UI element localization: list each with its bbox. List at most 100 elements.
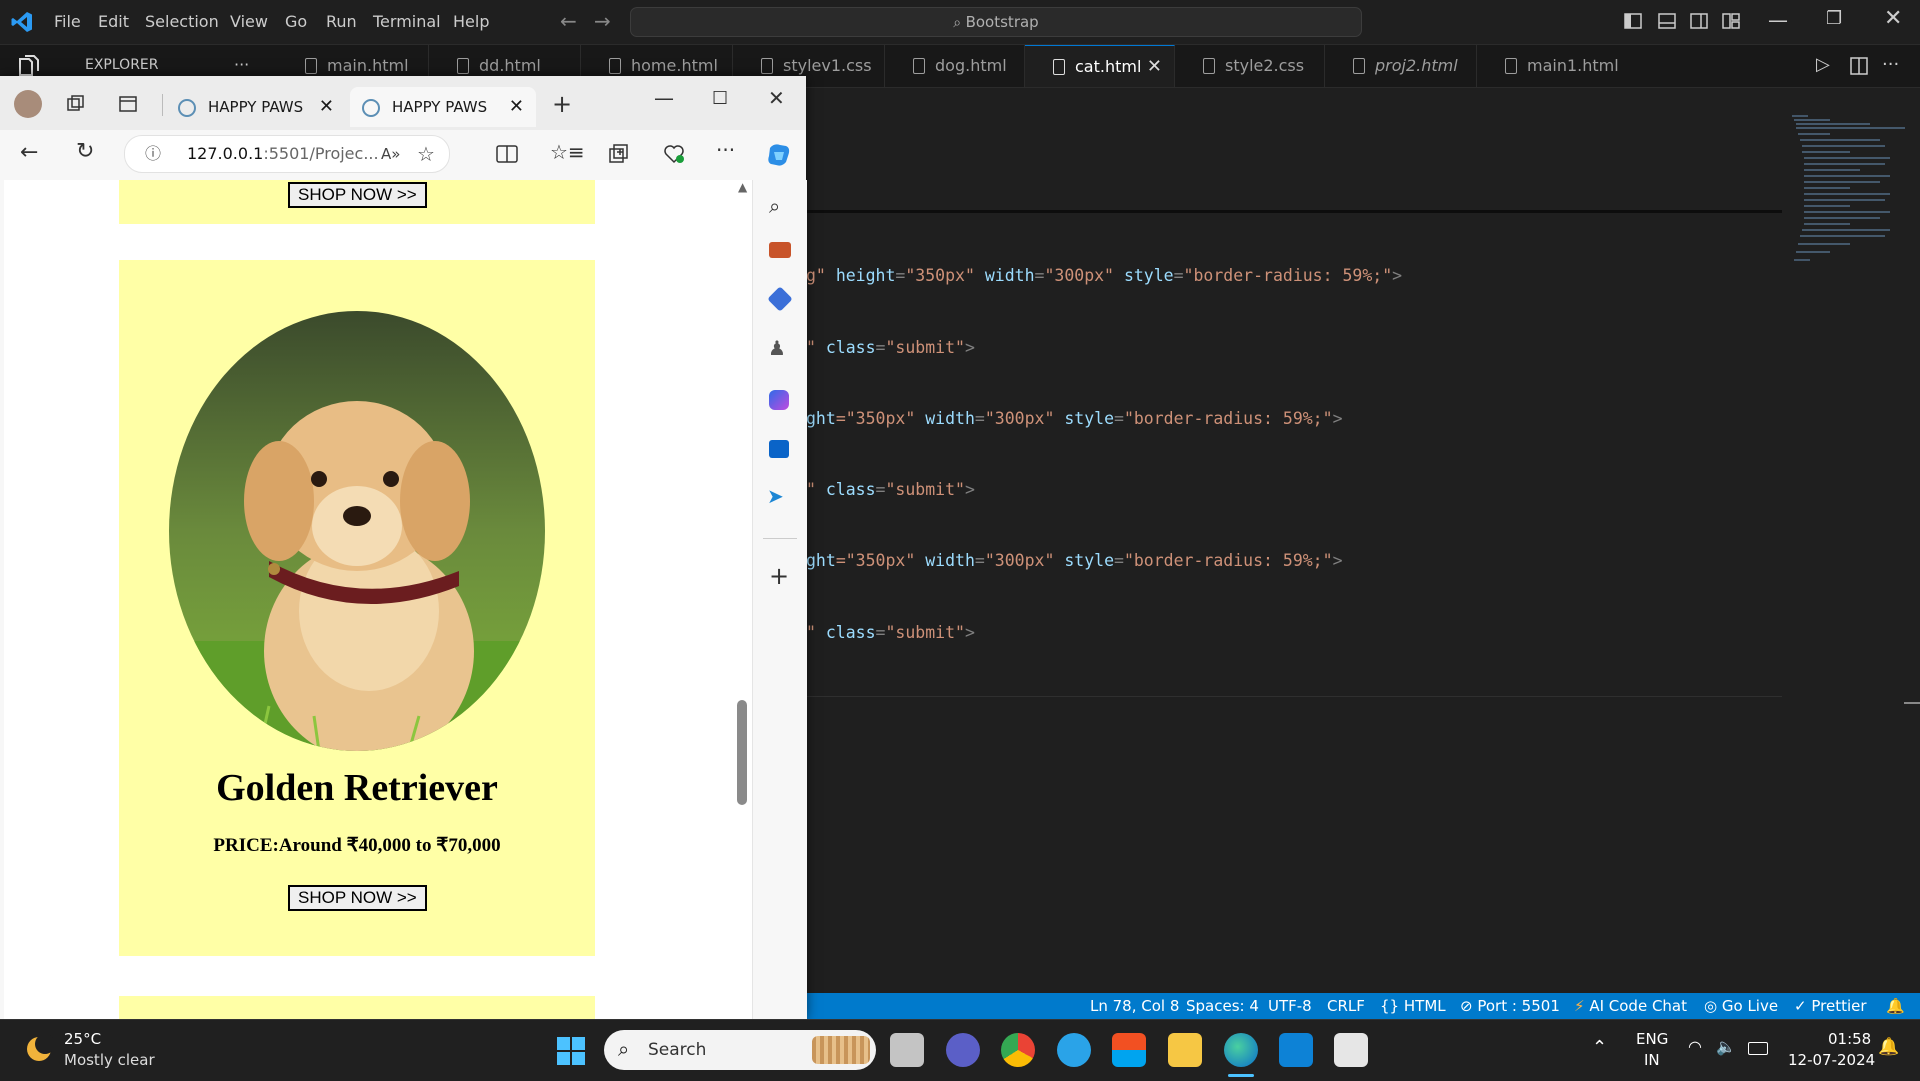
menu-go[interactable]: Go <box>285 12 307 31</box>
sidebar-add-icon[interactable]: + <box>769 562 789 590</box>
file-explorer-icon[interactable] <box>1168 1033 1202 1067</box>
close-window-icon[interactable]: ✕ <box>1884 6 1902 31</box>
page-viewport[interactable]: SHOP NOW >> Golden Retriever PRICE:Aroun… <box>4 180 752 1019</box>
encoding[interactable]: UTF-8 <box>1268 997 1312 1015</box>
help-icon[interactable] <box>1057 1033 1091 1067</box>
go-live-button[interactable]: ◎ Go Live <box>1704 997 1778 1015</box>
refresh-icon[interactable]: ↻ <box>76 139 94 164</box>
sidebar-search-icon[interactable]: ⌕ <box>769 194 780 218</box>
browser-tab[interactable]: HAPPY PAWS ✕ <box>166 87 346 127</box>
language-in[interactable]: IN <box>1644 1051 1660 1069</box>
restore-icon[interactable]: ❐ <box>1826 8 1842 29</box>
tab-actions-icon[interactable] <box>118 94 138 114</box>
settings-more-icon[interactable]: ··· <box>716 138 735 162</box>
tab-dog-html[interactable]: dog.html <box>885 45 1025 87</box>
browser-tab-active[interactable]: HAPPY PAWS ✕ <box>350 87 536 127</box>
close-tab-icon[interactable]: ✕ <box>1147 46 1162 88</box>
store-icon[interactable] <box>1112 1033 1146 1067</box>
more-actions-icon[interactable]: ··· <box>1882 54 1899 75</box>
tab-separator <box>162 94 163 116</box>
workspaces-icon[interactable] <box>66 94 86 114</box>
close-tab-icon[interactable]: ✕ <box>319 87 334 127</box>
tab-cat-html[interactable]: cat.html ✕ <box>1025 45 1175 87</box>
run-icon[interactable]: ▷ <box>1816 54 1830 75</box>
toggle-secondary-sidebar-icon[interactable] <box>1690 12 1708 30</box>
weather-temp[interactable]: 25°C <box>64 1030 101 1048</box>
cursor-position[interactable]: Ln 78, Col 8 <box>1090 997 1179 1015</box>
indentation[interactable]: Spaces: 4 <box>1186 997 1259 1015</box>
site-info-icon[interactable]: ⓘ <box>145 136 161 172</box>
tab-proj2-html[interactable]: proj2.html <box>1325 45 1477 87</box>
address-bar[interactable]: ⓘ 127.0.0.1:5501/Projec... A» ☆ <box>124 135 450 173</box>
line-ending[interactable]: CRLF <box>1327 997 1365 1015</box>
m365-icon[interactable] <box>769 390 789 410</box>
browser-essentials-icon[interactable] <box>662 142 686 166</box>
minimap[interactable] <box>1790 112 1910 272</box>
weather-moon-icon[interactable] <box>24 1034 54 1064</box>
command-center-search[interactable]: ⌕ Bootstrap <box>630 7 1362 37</box>
games-chess-icon[interactable]: ♟ <box>768 336 786 360</box>
notification-bell-icon[interactable]: 🔔 <box>1878 1037 1899 1057</box>
read-aloud-icon[interactable]: A» <box>381 136 400 172</box>
ai-code-chat[interactable]: ⚡ AI Code Chat <box>1574 997 1687 1015</box>
new-tab-icon[interactable]: + <box>552 90 572 118</box>
chrome-icon[interactable] <box>1001 1033 1035 1067</box>
menu-file[interactable]: File <box>54 12 81 31</box>
weather-status[interactable]: Mostly clear <box>64 1051 155 1069</box>
forward-arrow-icon[interactable]: → <box>594 9 611 33</box>
toggle-panel-icon[interactable] <box>1658 12 1676 30</box>
tools-briefcase-icon[interactable] <box>769 242 791 258</box>
collections-icon[interactable] <box>608 143 630 165</box>
minimize-icon[interactable]: — <box>1768 8 1788 32</box>
taskbar-search[interactable]: ⌕ Search <box>604 1030 876 1070</box>
clock-time[interactable]: 01:58 <box>1828 1030 1871 1048</box>
wifi-icon[interactable]: ◠ <box>1688 1037 1702 1056</box>
profile-avatar[interactable] <box>14 90 42 118</box>
shopping-tag-icon[interactable] <box>767 286 793 312</box>
snipping-tool-icon[interactable] <box>1334 1033 1368 1067</box>
tab-main1-html[interactable]: main1.html <box>1477 45 1629 87</box>
language-eng[interactable]: ENG <box>1636 1030 1668 1048</box>
vscode-taskbar-icon[interactable] <box>1279 1033 1313 1067</box>
menu-view[interactable]: View <box>230 12 268 31</box>
browser-close-icon[interactable]: ✕ <box>768 86 785 110</box>
customize-layout-icon[interactable] <box>1722 12 1740 30</box>
menu-run[interactable]: Run <box>326 12 357 31</box>
battery-icon[interactable] <box>1748 1042 1768 1055</box>
outlook-icon[interactable] <box>769 440 789 458</box>
prettier-status[interactable]: ✓ Prettier <box>1794 997 1867 1015</box>
windows-start-icon[interactable] <box>556 1036 586 1066</box>
code-editor[interactable]: g" height="350px" width="300px" style="b… <box>806 88 1920 993</box>
explorer-more-icon[interactable]: ··· <box>234 55 249 74</box>
scroll-up-arrow-icon[interactable]: ▲ <box>738 180 747 194</box>
menu-help[interactable]: Help <box>453 12 489 31</box>
live-server-port[interactable]: ⊘ Port : 5501 <box>1460 997 1560 1015</box>
back-icon[interactable]: ← <box>20 140 38 165</box>
menu-selection[interactable]: Selection <box>145 12 219 31</box>
task-view-icon[interactable] <box>890 1033 924 1067</box>
show-hidden-icons-icon[interactable]: ⌃ <box>1592 1037 1607 1058</box>
shop-now-button[interactable]: SHOP NOW >> <box>288 182 427 208</box>
browser-maximize-icon[interactable]: ☐ <box>712 88 728 109</box>
notifications-bell-icon[interactable]: 🔔 <box>1886 997 1905 1015</box>
volume-muted-icon[interactable]: 🔈 <box>1716 1037 1736 1056</box>
shop-now-button[interactable]: SHOP NOW >> <box>288 885 427 911</box>
back-arrow-icon[interactable]: ← <box>560 9 577 33</box>
browser-minimize-icon[interactable]: — <box>654 86 674 110</box>
menu-terminal[interactable]: Terminal <box>373 12 441 31</box>
telegram-send-icon[interactable]: ➤ <box>767 484 784 508</box>
tab-style2-css[interactable]: style2.css <box>1175 45 1325 87</box>
close-tab-icon[interactable]: ✕ <box>509 87 524 127</box>
favorite-star-icon[interactable]: ☆ <box>417 136 435 172</box>
teams-meet-icon[interactable] <box>946 1033 980 1067</box>
edge-icon[interactable] <box>1224 1033 1258 1067</box>
toggle-sidebar-icon[interactable] <box>1624 12 1642 30</box>
copilot-icon[interactable] <box>764 140 794 170</box>
clock-date[interactable]: 12-07-2024 <box>1788 1051 1875 1069</box>
favorites-icon[interactable]: ☆≡ <box>550 140 585 164</box>
scrollbar-thumb[interactable] <box>737 700 747 805</box>
split-screen-icon[interactable] <box>496 144 518 164</box>
menu-edit[interactable]: Edit <box>98 12 129 31</box>
language-mode[interactable]: {} HTML <box>1380 997 1446 1015</box>
split-editor-icon[interactable] <box>1850 57 1868 75</box>
